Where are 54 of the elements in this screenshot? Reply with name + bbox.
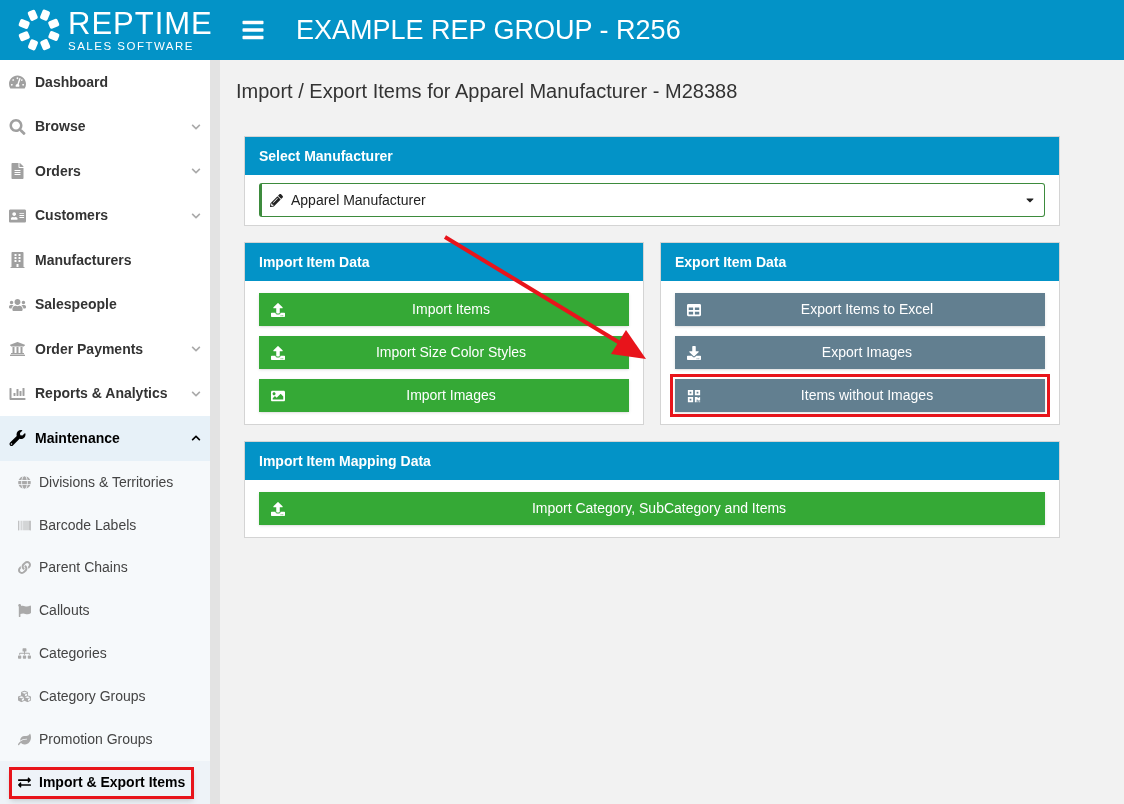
swap-arrows-icon	[18, 776, 31, 790]
action-button[interactable]: Items without Images	[675, 379, 1045, 412]
document-icon	[9, 163, 26, 180]
hierarchy-icon	[18, 647, 31, 661]
header-title: EXAMPLE REP GROUP - R256	[296, 13, 681, 47]
panel-header: Import Item Mapping Data	[245, 442, 1059, 480]
chevron-icon	[191, 388, 201, 399]
building-icon	[9, 252, 26, 269]
people-icon	[9, 296, 26, 313]
upload-icon	[271, 302, 285, 317]
globe-icon	[18, 475, 31, 489]
sidebar-item[interactable]: Orders	[0, 149, 210, 194]
pencil-icon	[270, 193, 283, 207]
panel-header: Export Item Data	[661, 243, 1059, 281]
chevron-icon	[191, 121, 201, 132]
page-title: Import / Export Items for Apparel Manufacturer - M28388	[236, 79, 739, 104]
grid-icon	[687, 388, 701, 403]
scrollbar[interactable]	[210, 60, 220, 804]
id-card-icon	[9, 207, 26, 224]
sidebar-item[interactable]: Manufacturers	[0, 238, 210, 283]
table-icon	[687, 302, 701, 317]
leaf-icon	[18, 733, 31, 747]
link-icon	[18, 561, 31, 575]
sidebar-item[interactable]: Reports & Analytics	[0, 371, 210, 417]
flag-icon	[18, 604, 31, 618]
manufacturer-select[interactable]: Apparel Manufacturer	[259, 183, 1045, 217]
chevron-icon	[191, 210, 201, 221]
sidebar-item[interactable]: Salespeople	[0, 282, 210, 328]
barcode-icon	[18, 518, 31, 532]
cubes-icon	[18, 690, 31, 704]
upload-icon	[271, 501, 285, 516]
logo-title: REPTIME	[68, 7, 213, 39]
wrench-icon	[9, 430, 26, 447]
bar-chart-icon	[9, 385, 26, 402]
sidebar-item[interactable]: Order Payments	[0, 327, 210, 372]
chevron-icon	[191, 433, 201, 444]
dashboard-icon	[9, 74, 26, 91]
panel-header: Import Item Data	[245, 243, 643, 281]
menu-icon[interactable]	[241, 18, 265, 42]
logo-icon	[16, 7, 62, 53]
logo-subtitle: SALES SOFTWARE	[68, 40, 195, 53]
bank-icon	[9, 341, 26, 358]
sidebar-item[interactable]: Dashboard	[0, 60, 210, 105]
action-button[interactable]: Export Images	[675, 336, 1045, 369]
search-icon	[9, 118, 26, 135]
sidebar-subitem[interactable]: Import & Export Items	[9, 766, 195, 799]
panel-header: Select Manufacturer	[245, 137, 1059, 175]
sidebar-item[interactable]: Maintenance	[0, 416, 210, 461]
image-icon	[271, 388, 285, 403]
sidebar-item[interactable]: Customers	[0, 193, 210, 239]
sidebar-item[interactable]: Browse	[0, 104, 210, 150]
upload-icon	[271, 345, 285, 360]
download-icon	[687, 345, 701, 360]
action-button[interactable]: Export Items to Excel	[675, 293, 1045, 326]
